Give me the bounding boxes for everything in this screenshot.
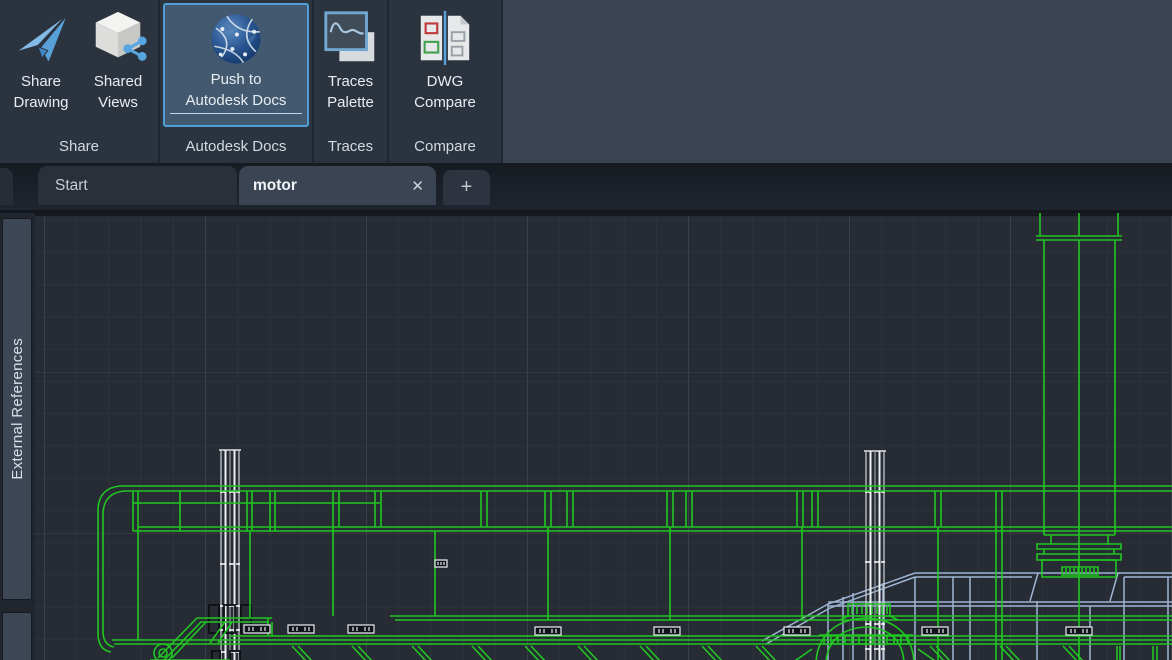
tab-start-label: Start bbox=[55, 177, 88, 195]
shared-views-label-1: Shared bbox=[94, 71, 142, 92]
new-tab-button[interactable]: + bbox=[443, 170, 490, 205]
share-cube-icon bbox=[87, 5, 149, 71]
external-references-label: External References bbox=[9, 338, 26, 480]
ribbon-panel-share: Share Drawing bbox=[0, 0, 158, 163]
tab-motor-label: motor bbox=[253, 177, 297, 195]
tab-fragment bbox=[0, 168, 13, 205]
file-tab-bar: Start motor ✕ + bbox=[0, 163, 1172, 210]
close-tab-icon[interactable]: ✕ bbox=[411, 177, 424, 195]
plus-icon: + bbox=[461, 176, 473, 199]
workspace: External References bbox=[0, 210, 1172, 660]
ribbon-group-traces: Traces bbox=[314, 135, 387, 163]
external-references-palette-tab[interactable]: External References bbox=[2, 218, 32, 600]
ribbon-group-compare: Compare bbox=[389, 135, 501, 163]
dwg-compare-label-2: Compare bbox=[414, 92, 476, 113]
ribbon-panel-traces: Traces Palette Traces bbox=[314, 0, 387, 163]
traces-palette-icon bbox=[320, 5, 382, 71]
push-to-autodesk-docs-button[interactable]: Push to Autodesk Docs bbox=[163, 3, 309, 127]
shared-views-label-2: Views bbox=[98, 92, 138, 113]
ribbon-empty-area bbox=[503, 0, 1172, 163]
palette-tab-partial[interactable] bbox=[2, 612, 32, 660]
traces-palette-label-1: Traces bbox=[328, 71, 373, 92]
globe-icon bbox=[207, 9, 265, 69]
ribbon-group-autodesk-docs: Autodesk Docs bbox=[160, 135, 312, 163]
cad-drawing bbox=[35, 213, 1172, 660]
share-drawing-label-1: Share bbox=[21, 71, 61, 92]
push-to-docs-label-1: Push to bbox=[211, 69, 262, 90]
push-to-docs-label-2: Autodesk Docs bbox=[186, 90, 287, 111]
ribbon-group-share: Share bbox=[0, 135, 158, 163]
dwg-compare-icon bbox=[414, 5, 476, 71]
autocad-window: Share Drawing bbox=[0, 0, 1172, 660]
palette-rail: External References bbox=[0, 213, 35, 660]
drawing-canvas[interactable] bbox=[35, 213, 1172, 660]
dwg-compare-button[interactable]: DWG Compare bbox=[393, 0, 497, 114]
share-drawing-button[interactable]: Share Drawing bbox=[2, 0, 80, 114]
ribbon: Share Drawing bbox=[0, 0, 1172, 163]
traces-palette-button[interactable]: Traces Palette bbox=[315, 0, 386, 114]
shared-views-button[interactable]: Shared Views bbox=[80, 0, 156, 114]
paper-plane-icon bbox=[10, 5, 72, 71]
push-to-docs-underline bbox=[170, 113, 302, 114]
traces-palette-label-2: Palette bbox=[327, 92, 374, 113]
ribbon-panel-autodesk-docs: Push to Autodesk Docs Autodesk Docs bbox=[160, 0, 312, 163]
share-drawing-label-2: Drawing bbox=[13, 92, 68, 113]
dwg-compare-label-1: DWG bbox=[427, 71, 464, 92]
tab-motor[interactable]: motor ✕ bbox=[239, 166, 436, 205]
tab-start[interactable]: Start bbox=[38, 166, 237, 205]
ribbon-panel-compare: DWG Compare Compare bbox=[389, 0, 501, 163]
